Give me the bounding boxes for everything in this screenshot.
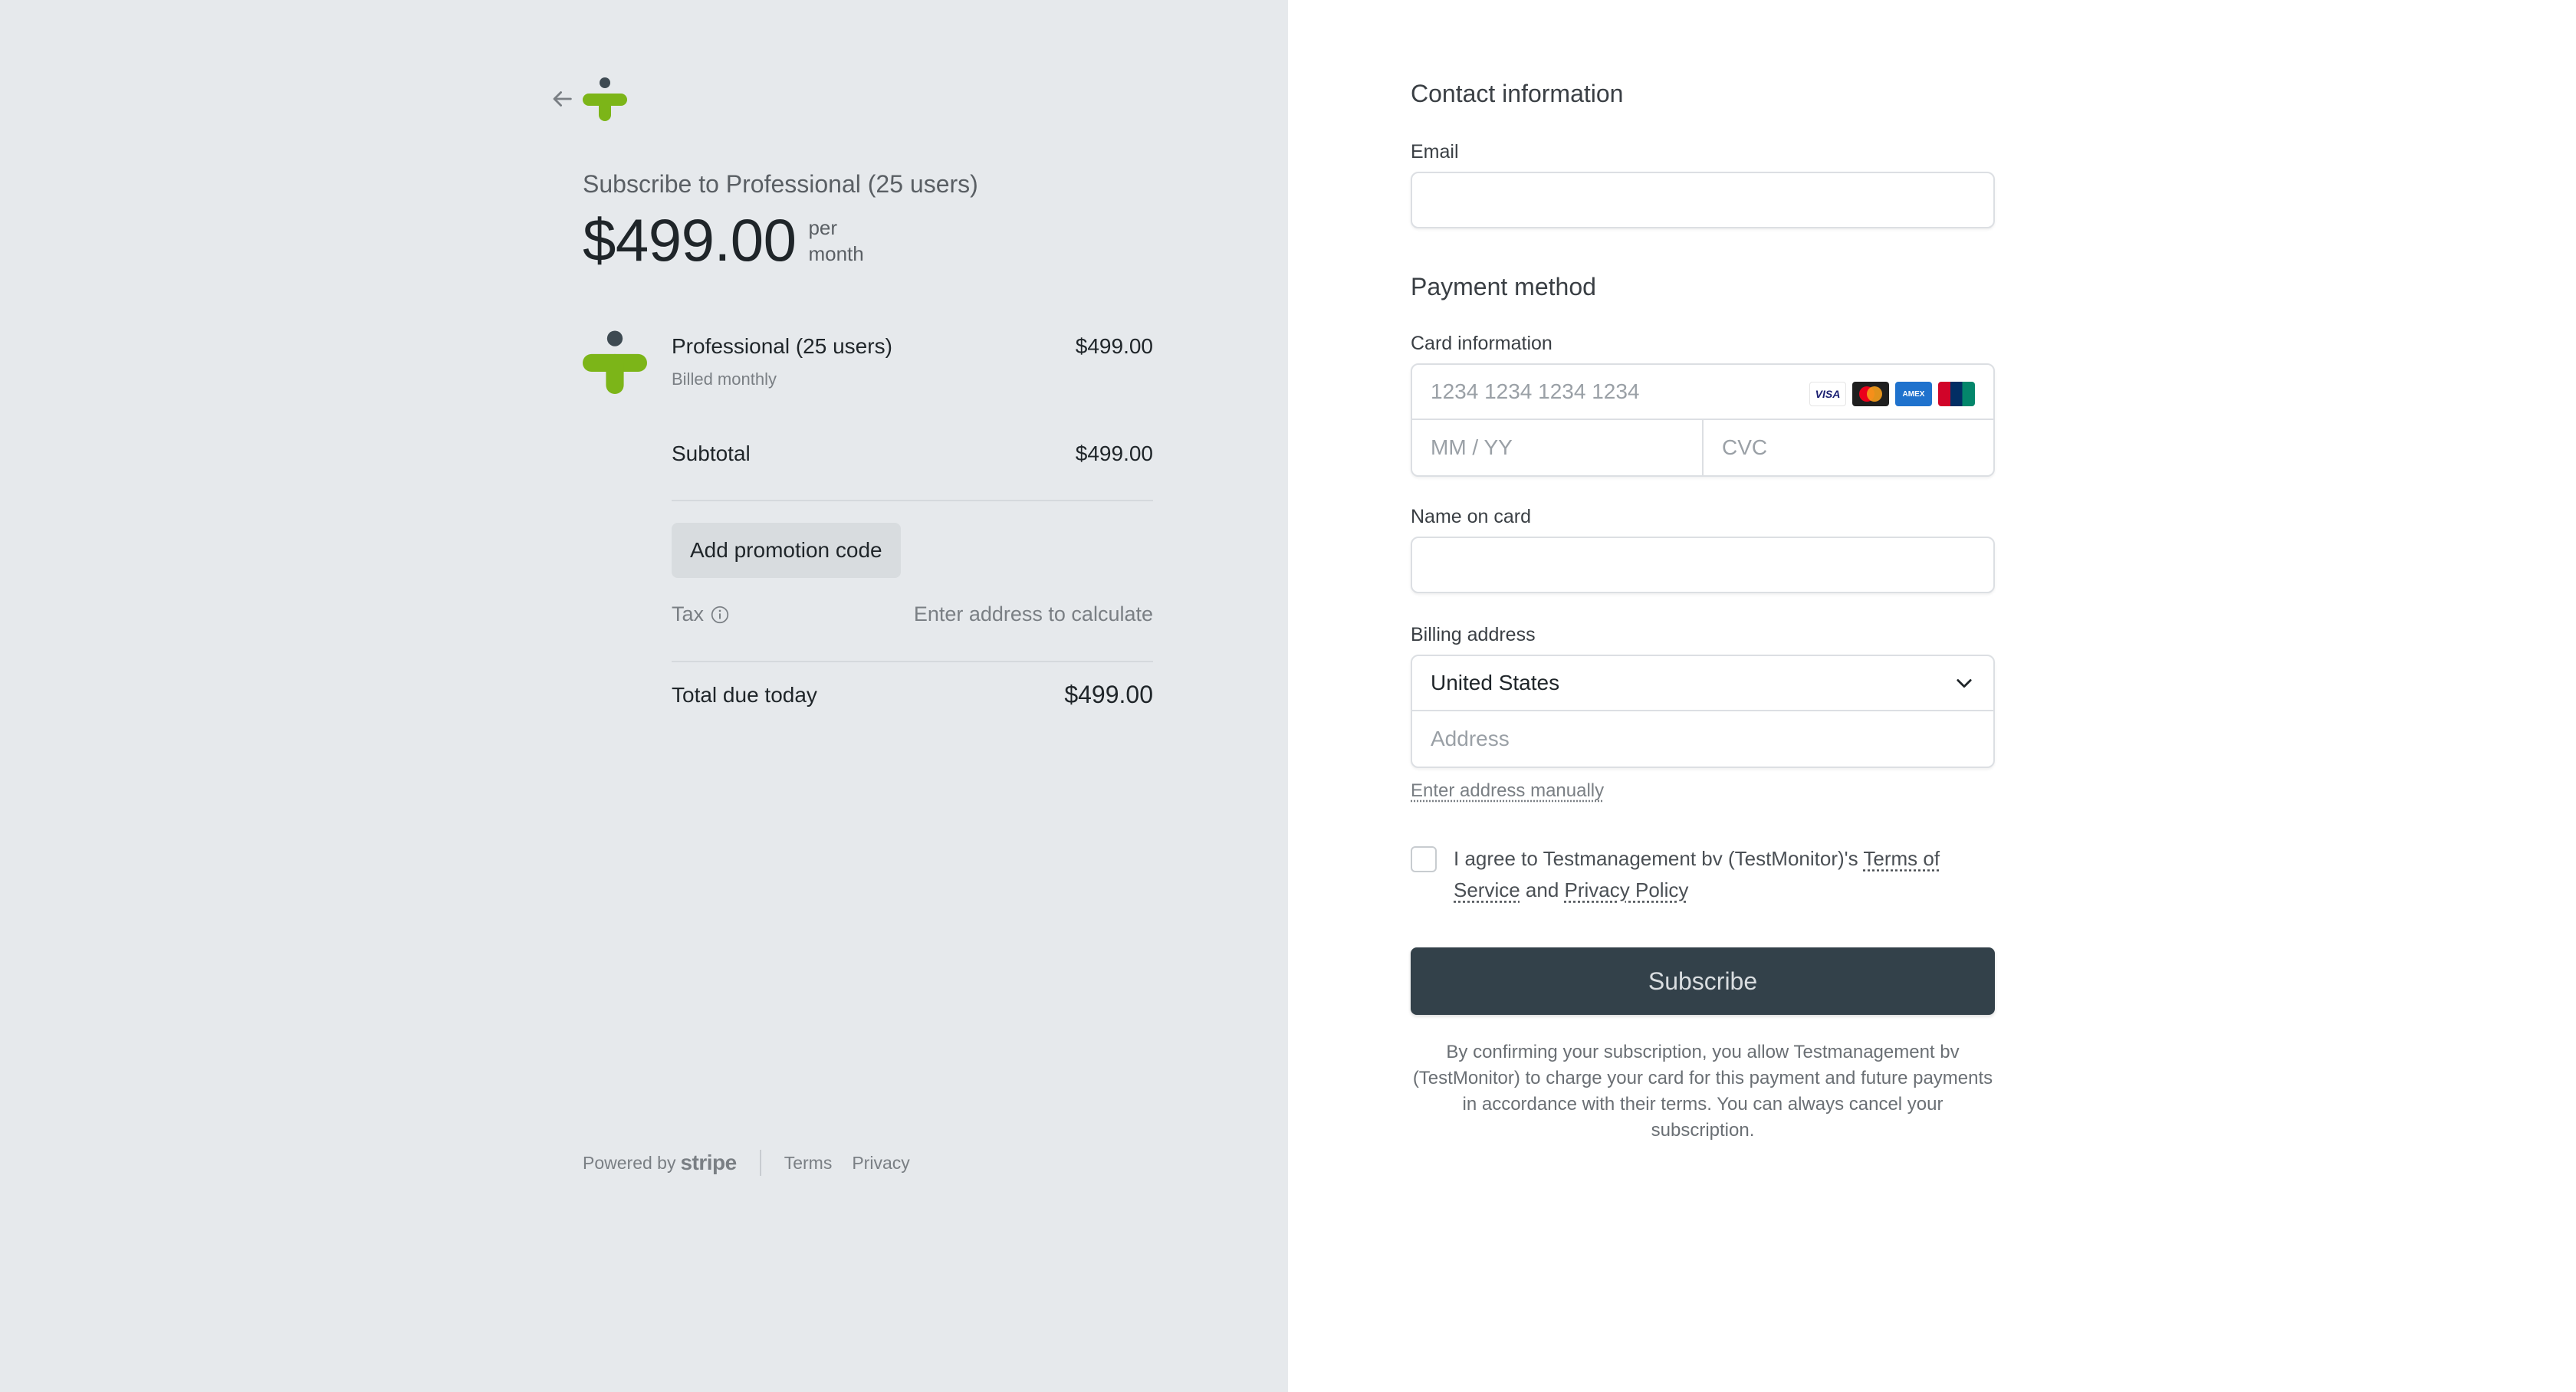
payment-method-heading: Payment method bbox=[1411, 273, 1596, 300]
billing-address-group: United States bbox=[1411, 655, 1995, 768]
info-icon[interactable] bbox=[710, 605, 730, 625]
card-brands: VISA AMEX bbox=[1809, 382, 1975, 406]
address-input[interactable] bbox=[1412, 711, 1993, 767]
terms-checkbox[interactable] bbox=[1411, 846, 1437, 872]
total-row: Total due today $499.00 bbox=[672, 681, 1153, 709]
stripe-logo: stripe bbox=[680, 1151, 737, 1174]
billing-period: per month bbox=[808, 215, 863, 267]
unionpay-icon bbox=[1938, 382, 1975, 406]
name-on-card-field[interactable] bbox=[1411, 537, 1995, 593]
subscribe-title: Subscribe to Professional (25 users) bbox=[583, 170, 978, 198]
terms-agreement: I agree to Testmanagement bv (TestMonito… bbox=[1411, 843, 1995, 906]
card-information-label: Card information bbox=[1411, 333, 1552, 354]
chevron-down-icon bbox=[1957, 679, 1972, 688]
terms-agreement-text: I agree to Testmanagement bv (TestMonito… bbox=[1454, 843, 1995, 906]
back-arrow-icon[interactable] bbox=[549, 86, 575, 112]
subtotal-value: $499.00 bbox=[1075, 442, 1153, 465]
confirmation-notice: By confirming your subscription, you all… bbox=[1412, 1042, 1993, 1141]
add-promotion-code-button[interactable]: Add promotion code bbox=[672, 523, 901, 578]
testmonitor-logo-icon bbox=[583, 77, 627, 121]
line-item-price: $499.00 bbox=[1075, 334, 1153, 358]
agree-and: and bbox=[1520, 878, 1565, 901]
subtotal-row: Subtotal $499.00 bbox=[672, 442, 1153, 466]
privacy-policy-link[interactable]: Privacy Policy bbox=[1565, 878, 1689, 901]
billing-address-label: Billing address bbox=[1411, 624, 1536, 645]
period-label: month bbox=[808, 241, 864, 265]
email-field[interactable] bbox=[1411, 172, 1995, 228]
terms-link[interactable]: Terms bbox=[784, 1153, 833, 1174]
enter-address-manually-link[interactable]: Enter address manually bbox=[1411, 780, 1604, 802]
name-on-card-label: Name on card bbox=[1411, 506, 1532, 527]
powered-by-stripe[interactable]: Powered by stripe bbox=[583, 1151, 737, 1175]
divider bbox=[672, 661, 1153, 662]
line-item-billing: Billed monthly bbox=[672, 369, 777, 389]
total-label: Total due today bbox=[672, 682, 817, 707]
visa-icon: VISA bbox=[1809, 382, 1846, 406]
email-label: Email bbox=[1411, 141, 1459, 163]
subscribe-button[interactable]: Subscribe bbox=[1411, 947, 1995, 1015]
tax-label-group: Tax bbox=[672, 602, 730, 626]
privacy-link[interactable]: Privacy bbox=[852, 1153, 909, 1174]
cvc-input[interactable] bbox=[1704, 420, 1993, 475]
country-select[interactable]: United States bbox=[1412, 656, 1993, 711]
footer-separator bbox=[759, 1150, 761, 1176]
line-item-name: Professional (25 users) bbox=[672, 334, 892, 358]
footer: Powered by stripe Terms Privacy bbox=[583, 1150, 930, 1176]
powered-by-label: Powered by bbox=[583, 1152, 676, 1173]
amex-icon: AMEX bbox=[1895, 382, 1932, 406]
total-value: $499.00 bbox=[1064, 681, 1153, 708]
per-label: per bbox=[808, 215, 838, 239]
mastercard-icon bbox=[1852, 382, 1889, 406]
price: $499.00 bbox=[583, 206, 797, 274]
order-summary-panel: Subscribe to Professional (25 users) $49… bbox=[0, 0, 1288, 1392]
country-value: United States bbox=[1431, 671, 1560, 694]
subtotal-label: Subtotal bbox=[672, 442, 751, 465]
tax-label: Tax bbox=[672, 602, 705, 625]
card-information-group: VISA AMEX bbox=[1411, 363, 1995, 477]
tax-row: Tax Enter address to calculate bbox=[672, 602, 1153, 626]
product-logo-icon bbox=[583, 330, 647, 394]
tax-value: Enter address to calculate bbox=[913, 602, 1153, 625]
contact-information-heading: Contact information bbox=[1411, 80, 1624, 107]
expiry-input[interactable] bbox=[1412, 420, 1704, 475]
divider bbox=[672, 500, 1153, 501]
agree-prefix: I agree to Testmanagement bv (TestMonito… bbox=[1454, 847, 1864, 870]
price-row: $499.00 per month bbox=[583, 205, 864, 275]
